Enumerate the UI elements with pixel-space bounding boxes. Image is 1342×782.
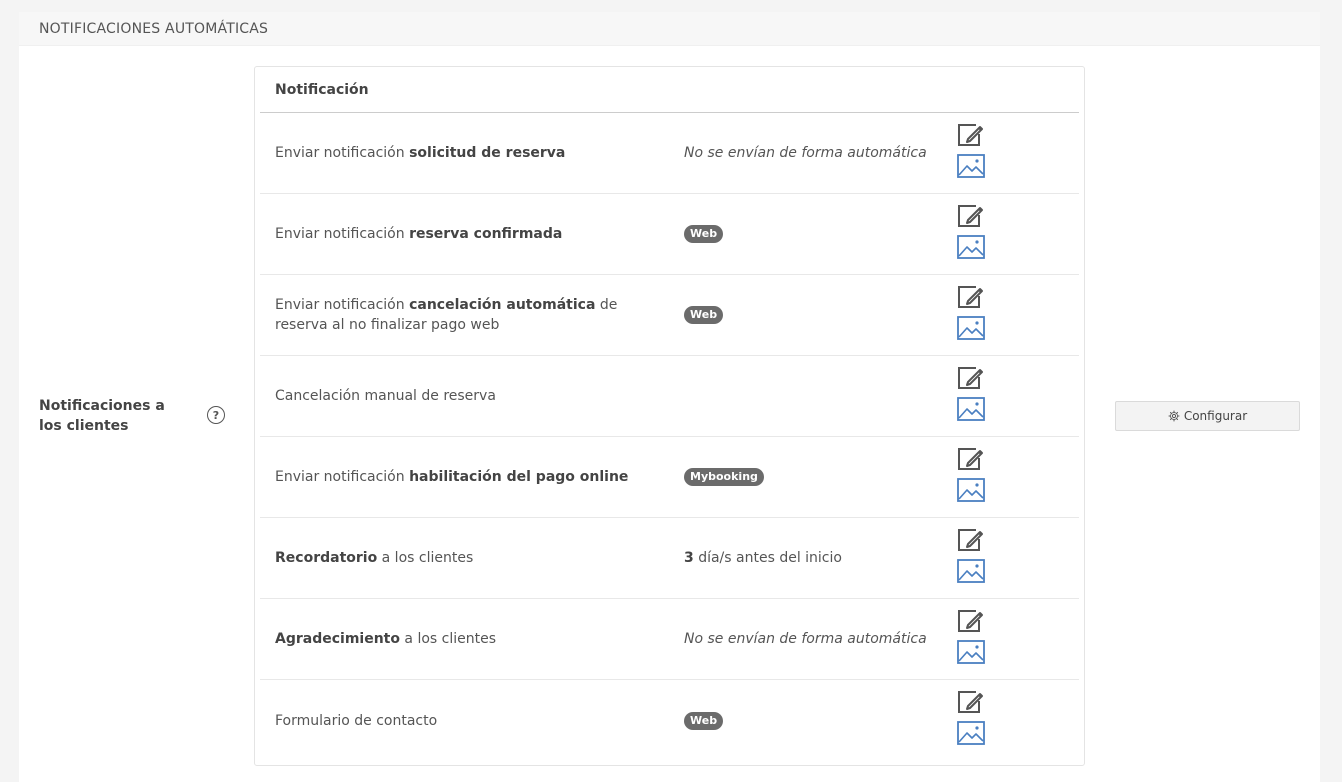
notification-name-bold: solicitud de reserva <box>409 145 566 161</box>
notification-name-bold: Agradecimiento <box>275 631 400 647</box>
table-row: Cancelación manual de reserva <box>260 356 1079 437</box>
table-row: Agradecimiento a los clientes No se envía… <box>260 599 1079 680</box>
notification-status: Web <box>684 194 724 274</box>
image-icon[interactable] <box>956 720 986 746</box>
edit-pencil-icon[interactable] <box>956 365 986 391</box>
edit-pencil-icon[interactable] <box>956 203 986 229</box>
notification-name: Enviar notificación habilitación del pag… <box>275 437 670 517</box>
image-icon[interactable] <box>956 639 986 665</box>
section-label: Notificaciones a los clientes <box>39 398 165 434</box>
image-icon[interactable] <box>956 477 986 503</box>
notification-name: Recordatorio a los clientes <box>275 518 670 598</box>
notification-name-bold: cancelación automática <box>409 297 596 313</box>
notifications-panel: NOTIFICACIONES AUTOMÁTICAS Notificacione… <box>19 12 1320 782</box>
image-icon[interactable] <box>956 153 986 179</box>
image-icon[interactable] <box>956 396 986 422</box>
row-actions <box>956 203 988 265</box>
edit-pencil-icon[interactable] <box>956 284 986 310</box>
status-text: No se envían de forma automática <box>684 631 927 647</box>
notification-name-text: Enviar notificación <box>275 226 410 242</box>
row-actions <box>956 122 988 184</box>
edit-pencil-icon[interactable] <box>956 689 986 715</box>
table-header-notification: Notificación <box>260 67 1079 113</box>
notification-name-text: Enviar notificación <box>275 145 410 161</box>
row-actions <box>956 689 988 751</box>
table-row: Formulario de contacto Web <box>260 680 1079 761</box>
notification-status: No se envían de forma automática <box>684 113 927 193</box>
table-row: Enviar notificación cancelación automáti… <box>260 275 1079 356</box>
notification-name-text: Enviar notificación <box>275 297 410 313</box>
notifications-table: Notificación Enviar notificación solicit… <box>254 66 1085 766</box>
table-row: Recordatorio a los clientes 3 día/s antes… <box>260 518 1079 599</box>
panel-title: NOTIFICACIONES AUTOMÁTICAS <box>19 12 1320 46</box>
notification-name-bold: habilitación del pago online <box>409 469 629 485</box>
notification-status: Mybooking <box>684 437 764 517</box>
row-actions <box>956 365 988 427</box>
notification-name-bold: Recordatorio <box>275 550 378 566</box>
edit-pencil-icon[interactable] <box>956 446 986 472</box>
notification-name: Enviar notificación cancelación automáti… <box>275 275 670 355</box>
notification-status: Web <box>684 275 724 355</box>
notification-name-bold: reserva confirmada <box>409 226 563 242</box>
notification-status: No se envían de forma automática <box>684 599 927 679</box>
image-icon[interactable] <box>956 558 986 584</box>
table-row: Enviar notificación reserva confirmada We… <box>260 194 1079 275</box>
notification-name-text: a los clientes <box>377 550 474 566</box>
notification-name-text: Formulario de contacto <box>275 712 438 729</box>
channel-badge: Web <box>684 225 724 243</box>
notification-name-text: Cancelación manual de reserva <box>275 388 496 404</box>
notification-name-text: Enviar notificación <box>275 469 410 485</box>
channel-badge: Mybooking <box>684 468 764 486</box>
notification-status: 3 día/s antes del inicio <box>684 518 842 598</box>
image-icon[interactable] <box>956 315 986 341</box>
question-circle-icon[interactable]: ? <box>207 406 225 424</box>
notification-name: Cancelación manual de reserva <box>275 356 670 436</box>
notification-name: Enviar notificación reserva confirmada <box>275 194 670 274</box>
notification-name-text: a los clientes <box>399 631 497 647</box>
table-row: Enviar notificación habilitación del pag… <box>260 437 1079 518</box>
status-text: No se envían de forma automática <box>684 145 927 161</box>
notification-status: Web <box>684 680 724 761</box>
row-actions <box>956 284 988 346</box>
gear-icon <box>1168 410 1180 422</box>
edit-pencil-icon[interactable] <box>956 527 986 553</box>
notification-name: Agradecimiento a los clientes <box>275 599 670 679</box>
notification-name: Enviar notificación solicitud de reserva <box>275 113 670 193</box>
configure-button[interactable]: Configurar <box>1115 401 1300 431</box>
edit-pencil-icon[interactable] <box>956 122 986 148</box>
row-actions <box>956 608 988 670</box>
channel-badge: Web <box>684 306 724 324</box>
configure-label: Configurar <box>1183 409 1248 423</box>
notification-name: Formulario de contacto <box>275 680 670 761</box>
row-actions <box>956 446 988 508</box>
table-row: Enviar notificación solicitud de reserva… <box>260 113 1079 194</box>
channel-badge: Web <box>684 711 724 730</box>
image-icon[interactable] <box>956 234 986 260</box>
reminder-days-value: 3 <box>684 550 694 566</box>
edit-pencil-icon[interactable] <box>956 608 986 634</box>
reminder-days-text: día/s antes del inicio <box>693 550 842 566</box>
row-actions <box>956 527 988 589</box>
